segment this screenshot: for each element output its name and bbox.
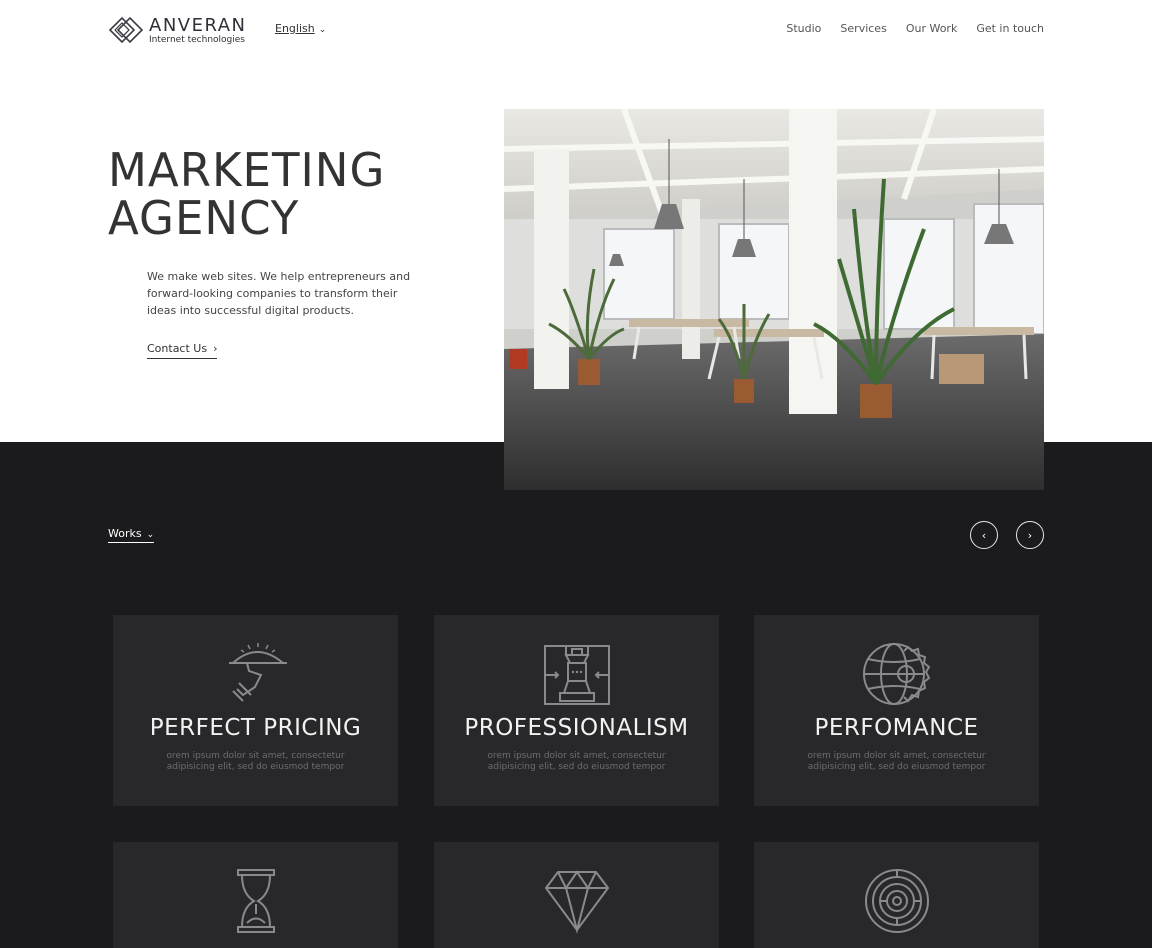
feature-text: orem ipsum dolor sit amet, consectetur a… (166, 751, 345, 772)
contact-us-link[interactable]: Contact Us › (147, 342, 218, 359)
hourglass-icon (236, 869, 275, 933)
feature-title: PERFECT PRICING (149, 715, 362, 741)
brand-name: ANVERAN (149, 15, 247, 36)
chevron-down-icon: ⌄ (318, 25, 327, 35)
works-label: Works (108, 527, 142, 540)
language-selected: English (275, 22, 315, 35)
chevron-left-icon: ‹ (981, 528, 987, 542)
diamond-icon (544, 870, 609, 934)
nav-item-studio[interactable]: Studio (786, 22, 821, 35)
office-photo (504, 109, 1044, 490)
prev-button[interactable]: ‹ (970, 521, 998, 549)
feature-card (434, 842, 719, 948)
feature-card (113, 842, 398, 948)
language-selector[interactable]: English ⌄ (275, 22, 326, 35)
site-header: ANVERAN Internet technologies English ⌄ S… (0, 0, 1152, 60)
brand-tagline: Internet technologies (149, 35, 245, 45)
feature-title: PROFESSIONALISM (464, 715, 689, 741)
nav-item-our-work[interactable]: Our Work (906, 22, 958, 35)
nav-item-services[interactable]: Services (840, 22, 886, 35)
hero-description: We make web sites. We help entrepreneurs… (147, 270, 411, 317)
contact-us-label: Contact Us (147, 342, 208, 355)
target-maze-icon (864, 869, 929, 933)
chevron-right-icon: › (1027, 528, 1033, 542)
feature-text: orem ipsum dolor sit amet, consectetur a… (807, 751, 986, 772)
hero-title-line2: AGENCY (108, 191, 300, 245)
serving-tray-icon (228, 643, 287, 702)
diamond-logo-icon (108, 16, 144, 44)
brand-logo[interactable]: ANVERAN Internet technologies (108, 14, 258, 48)
feature-title: PERFOMANCE (814, 715, 979, 741)
chevron-down-icon: ⌄ (146, 530, 155, 540)
feature-text: orem ipsum dolor sit amet, consectetur a… (487, 751, 666, 772)
feature-card: PERFOMANCE orem ipsum dolor sit amet, co… (754, 615, 1039, 806)
feature-card: PERFECT PRICING orem ipsum dolor sit ame… (113, 615, 398, 806)
feature-card (754, 842, 1039, 948)
chevron-right-icon: › (213, 342, 218, 355)
feature-card: PROFESSIONALISM orem ipsum dolor sit ame… (434, 615, 719, 806)
works-dropdown[interactable]: Works ⌄ (108, 527, 155, 543)
hero-title-line1: MARKETING (108, 143, 386, 197)
next-button[interactable]: › (1016, 521, 1044, 549)
hero-title: MARKETING AGENCY (108, 146, 391, 242)
nav-item-get-in-touch[interactable]: Get in touch (976, 22, 1044, 35)
globe-gear-icon (862, 643, 930, 705)
main-nav: Studio Services Our Work Get in touch (786, 22, 1044, 35)
chess-rook-icon (543, 645, 610, 705)
